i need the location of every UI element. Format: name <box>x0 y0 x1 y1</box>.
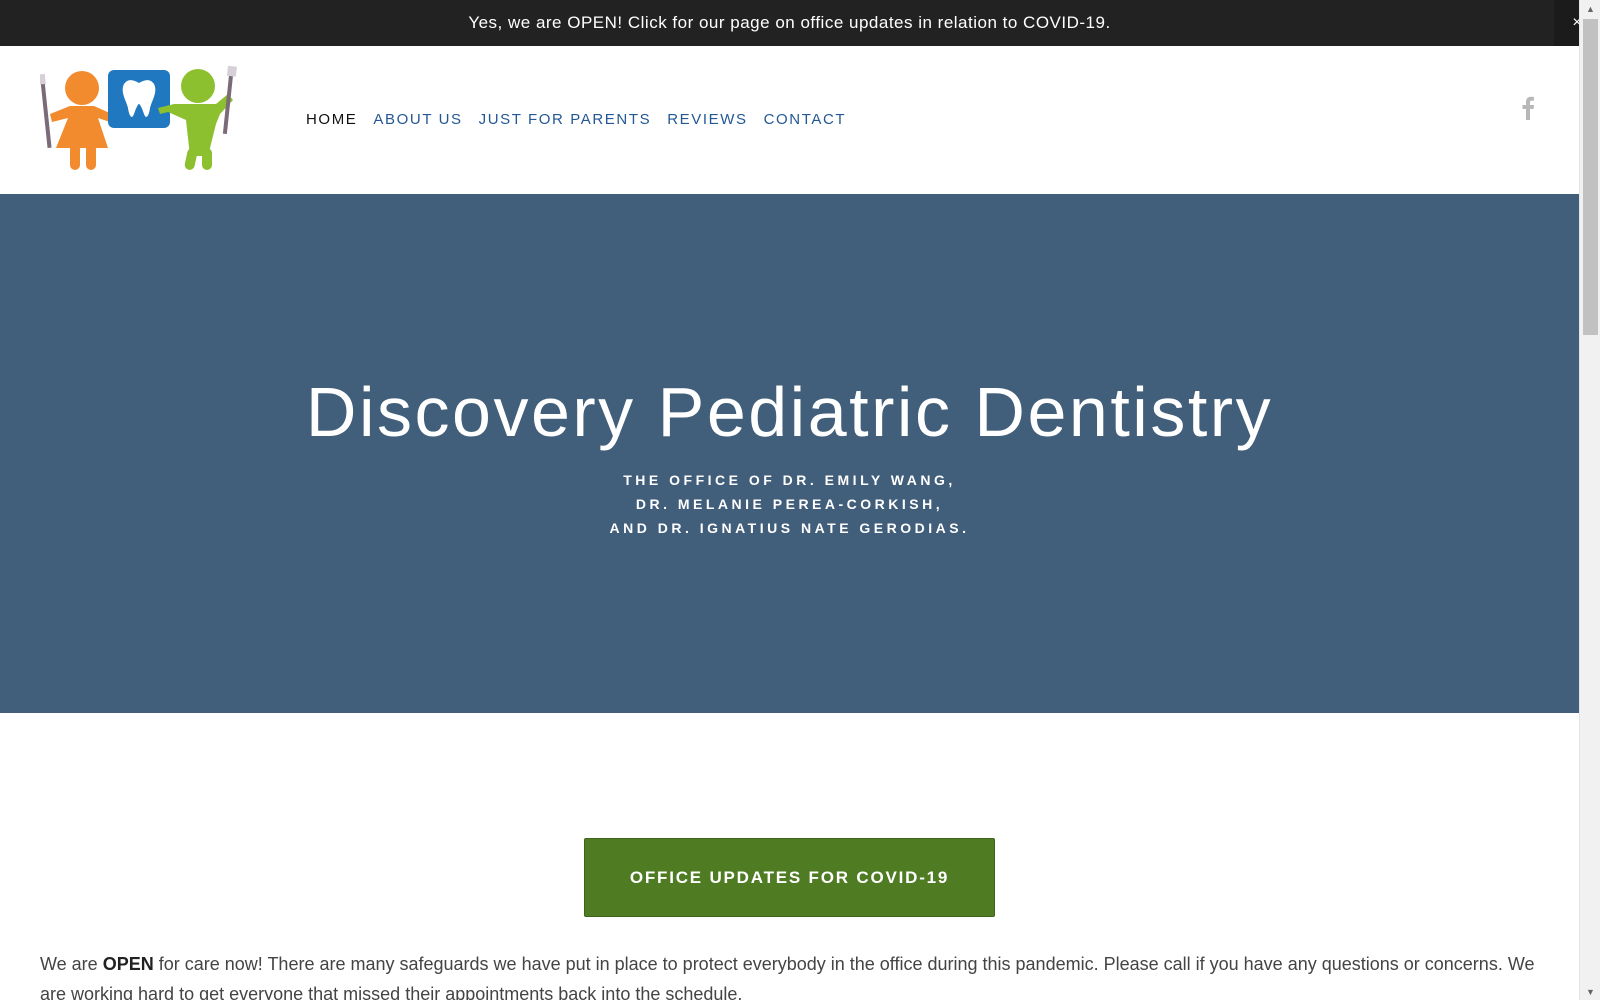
hero-banner: Discovery Pediatric Dentistry THE OFFICE… <box>0 194 1579 713</box>
nav-item-just-for-parents[interactable]: JUST FOR PARENTS <box>479 111 652 128</box>
nav-item-about-us[interactable]: ABOUT US <box>373 111 462 128</box>
nav-item-contact[interactable]: CONTACT <box>764 111 847 128</box>
scrollbar-thumb[interactable] <box>1583 19 1598 335</box>
hero-subtitle: THE OFFICE OF DR. EMILY WANG, DR. MELANI… <box>0 468 1579 540</box>
hero-subtitle-line: THE OFFICE OF DR. EMILY WANG, <box>623 472 956 488</box>
facebook-icon[interactable] <box>1521 96 1535 120</box>
nav-item-home[interactable]: HOME <box>306 111 357 128</box>
announcement-text[interactable]: Yes, we are OPEN! Click for our page on … <box>468 13 1110 33</box>
main-nav: HOME ABOUT US JUST FOR PARENTS REVIEWS C… <box>306 111 862 128</box>
page: Yes, we are OPEN! Click for our page on … <box>0 0 1600 1000</box>
covid-updates-button[interactable]: OFFICE UPDATES FOR COVID-19 <box>584 838 995 917</box>
scroll-up-arrow-icon[interactable]: ▲ <box>1580 0 1600 17</box>
intro-text-rest: for care now! There are many safeguards … <box>40 954 1535 1000</box>
site-header: HOME ABOUT US JUST FOR PARENTS REVIEWS C… <box>0 46 1579 194</box>
nav-item-reviews[interactable]: REVIEWS <box>667 111 747 128</box>
scroll-down-arrow-icon[interactable]: ▼ <box>1580 983 1600 1000</box>
hero-subtitle-line: DR. MELANIE PEREA-CORKISH, <box>635 496 944 512</box>
intro-paragraph: We are OPEN for care now! There are many… <box>40 949 1540 1000</box>
intro-text-lead: We are <box>40 954 103 974</box>
covid-updates-button-label[interactable]: OFFICE UPDATES FOR COVID-19 <box>630 868 949 888</box>
intro-text-open: OPEN <box>102 954 154 974</box>
hero-subtitle-line: AND DR. IGNATIUS NATE GERODIAS. <box>609 520 970 536</box>
scrollbar[interactable]: ▲ ▼ <box>1579 0 1600 1000</box>
hero-title: Discovery Pediatric Dentistry <box>305 373 1274 451</box>
logo[interactable] <box>40 64 240 172</box>
announcement-bar[interactable]: Yes, we are OPEN! Click for our page on … <box>0 0 1579 46</box>
